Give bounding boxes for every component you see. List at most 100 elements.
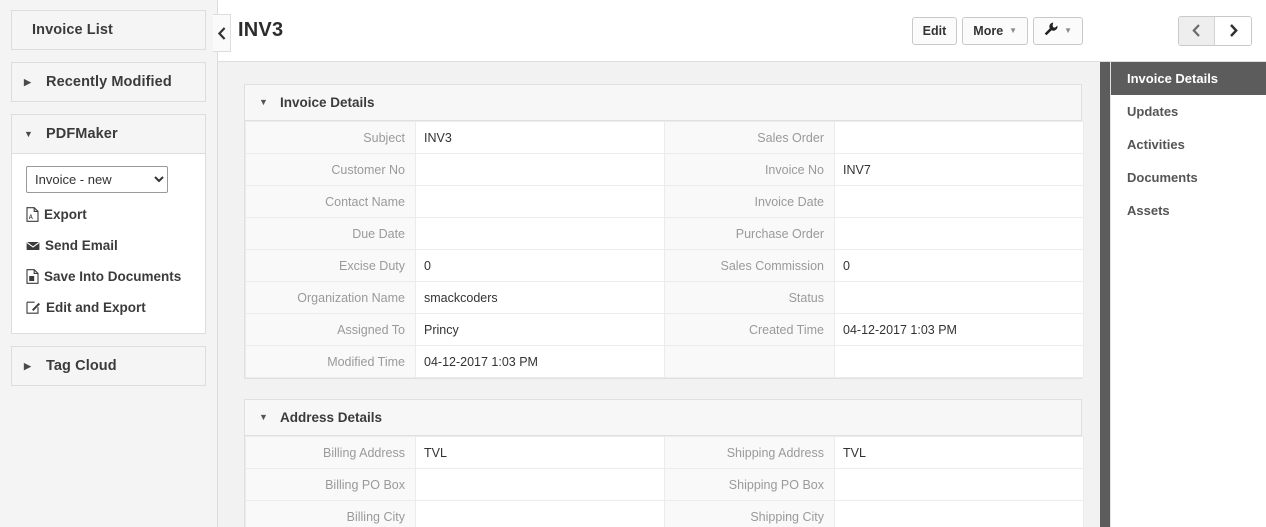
expanded-caret-icon: ▼ <box>259 412 268 422</box>
field-label: Shipping City <box>664 500 835 527</box>
field-label: Excise Duty <box>245 249 416 282</box>
related-nav-label: Activities <box>1127 137 1185 152</box>
field-label: Shipping PO Box <box>664 468 835 501</box>
table-row: Assigned To Princy Created Time 04-12-20… <box>245 313 1084 346</box>
pdfmaker-send-email-action[interactable]: Send Email <box>26 238 191 253</box>
field-value[interactable] <box>415 185 665 218</box>
field-label: Billing City <box>245 500 416 527</box>
address-details-block-header[interactable]: ▼ Address Details <box>245 400 1081 436</box>
field-label: Organization Name <box>245 281 416 314</box>
table-row: Organization Name smackcoders Status <box>245 281 1084 314</box>
pdfmaker-save-documents-label: Save Into Documents <box>44 269 182 284</box>
pdf-template-select[interactable]: Invoice - new <box>26 166 168 193</box>
pdfmaker-edit-export-label: Edit and Export <box>46 300 146 315</box>
address-details-table: Billing Address TVL Shipping Address TVL… <box>245 436 1084 527</box>
table-row: Billing Address TVL Shipping Address TVL <box>245 436 1084 469</box>
chevron-left-icon <box>217 26 225 40</box>
field-value[interactable] <box>834 281 1084 314</box>
recently-modified-header[interactable]: ▶ Recently Modified <box>12 63 205 101</box>
field-label: Invoice No <box>664 153 835 186</box>
pdfmaker-label: PDFMaker <box>46 126 118 142</box>
field-value[interactable]: INV3 <box>415 121 665 154</box>
field-value[interactable] <box>834 217 1084 250</box>
recently-modified-panel[interactable]: ▶ Recently Modified <box>11 62 206 102</box>
more-button-label: More <box>973 23 1004 38</box>
related-nav-panel: Invoice Details Updates Activities Docum… <box>1110 62 1266 527</box>
field-label: Billing Address <box>245 436 416 469</box>
previous-record-button[interactable] <box>1179 16 1215 45</box>
related-nav-item-activities[interactable]: Activities <box>1111 128 1266 161</box>
field-value[interactable]: Princy <box>415 313 665 346</box>
caret-down-icon: ▼ <box>1009 25 1018 35</box>
invoice-details-block-header[interactable]: ▼ Invoice Details <box>245 85 1081 121</box>
field-label: Subject <box>245 121 416 154</box>
related-nav-label: Invoice Details <box>1127 71 1219 86</box>
related-nav-item-assets[interactable]: Assets <box>1111 194 1266 227</box>
table-row: Billing PO Box Shipping PO Box <box>245 468 1084 501</box>
address-details-block: ▼ Address Details Billing Address TVL Sh… <box>244 399 1084 527</box>
field-value[interactable]: 0 <box>415 249 665 282</box>
field-value[interactable]: 04-12-2017 1:03 PM <box>415 345 665 378</box>
tag-cloud-panel[interactable]: ▶ Tag Cloud <box>11 346 206 386</box>
more-button[interactable]: More ▼ <box>962 16 1029 45</box>
field-value[interactable] <box>415 217 665 250</box>
field-label: Customer No <box>245 153 416 186</box>
table-row: Subject INV3 Sales Order <box>245 121 1084 154</box>
svg-text:A: A <box>29 215 34 221</box>
field-value[interactable]: INV7 <box>834 153 1084 186</box>
field-label: Sales Commission <box>664 249 835 282</box>
field-value[interactable] <box>415 153 665 186</box>
table-row: Contact Name Invoice Date <box>245 185 1084 218</box>
collapsed-caret-icon: ▶ <box>24 76 32 87</box>
field-label: Status <box>664 281 835 314</box>
field-label: Assigned To <box>245 313 416 346</box>
pdfmaker-panel: ▼ PDFMaker Invoice - new A Export Send E… <box>11 114 206 334</box>
related-nav-item-documents[interactable]: Documents <box>1111 161 1266 194</box>
table-row: Customer No Invoice No INV7 <box>245 153 1084 186</box>
pdfmaker-save-documents-action[interactable]: Save Into Documents <box>26 269 191 284</box>
field-value[interactable] <box>834 121 1084 154</box>
field-value[interactable] <box>834 468 1084 501</box>
pdfmaker-send-email-label: Send Email <box>45 238 118 253</box>
pdfmaker-header[interactable]: ▼ PDFMaker <box>12 115 205 153</box>
tools-button[interactable]: ▼ <box>1033 16 1083 45</box>
page-title: INV3 <box>238 19 284 41</box>
invoice-list-panel[interactable]: Invoice List <box>11 10 206 50</box>
tag-cloud-header[interactable]: ▶ Tag Cloud <box>12 347 205 385</box>
caret-down-icon: ▼ <box>1064 25 1072 35</box>
field-value[interactable] <box>834 185 1084 218</box>
related-nav-item-invoice-details[interactable]: Invoice Details <box>1111 62 1266 95</box>
field-value[interactable]: TVL <box>415 436 665 469</box>
field-value[interactable] <box>415 468 665 501</box>
field-label <box>664 345 835 378</box>
pdfmaker-export-action[interactable]: A Export <box>26 207 191 222</box>
table-row: Billing City Shipping City <box>245 500 1084 527</box>
field-value[interactable] <box>834 345 1084 378</box>
field-value[interactable]: smackcoders <box>415 281 665 314</box>
field-value[interactable]: TVL <box>834 436 1084 469</box>
edit-button[interactable]: Edit <box>911 16 958 45</box>
related-nav-item-updates[interactable]: Updates <box>1111 95 1266 128</box>
pdfmaker-edit-export-action[interactable]: Edit and Export <box>26 300 191 315</box>
header-actions: Edit More ▼ ▼ <box>911 15 1252 46</box>
expanded-caret-icon: ▼ <box>259 97 268 107</box>
invoice-details-table: Subject INV3 Sales Order Customer No Inv… <box>245 121 1084 378</box>
field-label: Purchase Order <box>664 217 835 250</box>
chevron-left-icon <box>1192 24 1200 37</box>
invoice-list-title[interactable]: Invoice List <box>12 11 205 49</box>
sidebar-collapse-handle[interactable] <box>213 14 231 52</box>
field-value[interactable]: 04-12-2017 1:03 PM <box>834 313 1084 346</box>
next-record-button[interactable] <box>1215 16 1251 45</box>
recently-modified-label: Recently Modified <box>46 74 172 90</box>
field-label: Created Time <box>664 313 835 346</box>
collapsed-caret-icon: ▶ <box>24 360 32 371</box>
field-value[interactable] <box>834 500 1084 527</box>
field-value[interactable] <box>415 500 665 527</box>
chevron-right-icon <box>1229 24 1238 37</box>
main-area: INV3 Edit More ▼ ▼ ▼ Invoice Details Sub… <box>218 0 1266 527</box>
pdfmaker-body: Invoice - new A Export Send Email Save I… <box>12 153 205 333</box>
invoice-details-block: ▼ Invoice Details Subject INV3 Sales Ord… <box>244 84 1084 379</box>
pdf-file-icon: A <box>26 207 39 222</box>
field-label: Due Date <box>245 217 416 250</box>
field-value[interactable]: 0 <box>834 249 1084 282</box>
